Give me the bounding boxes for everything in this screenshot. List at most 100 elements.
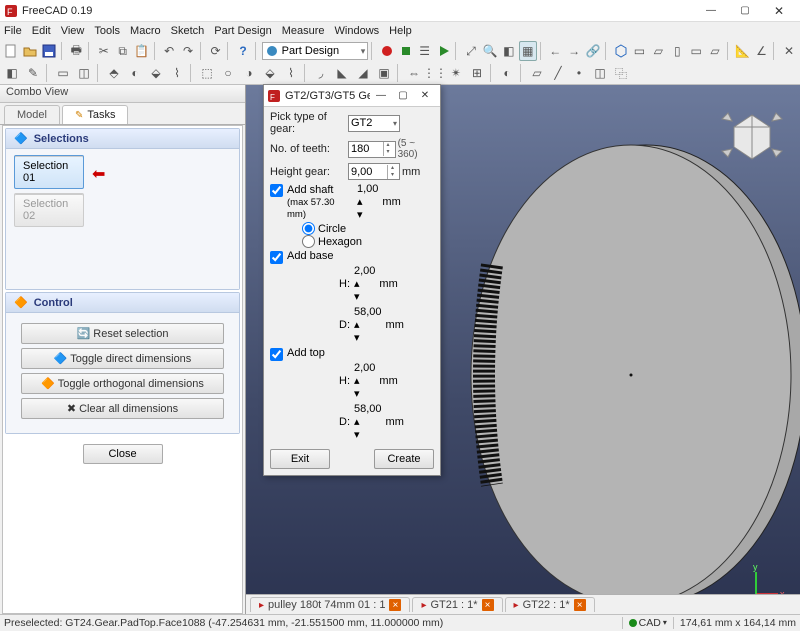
boolean-icon[interactable]: ◐ <box>497 63 517 83</box>
menu-macro[interactable]: Macro <box>130 25 161 37</box>
window-close-button[interactable]: ✕ <box>762 1 796 21</box>
exit-button[interactable]: Exit <box>270 449 330 469</box>
sub-pipe-icon[interactable]: ⌇ <box>281 63 301 83</box>
clone-icon[interactable]: ⿻ <box>611 63 631 83</box>
revolution-icon[interactable]: ◐ <box>125 63 145 83</box>
draw-style-icon[interactable]: ◧ <box>500 41 518 61</box>
pipe-icon[interactable]: ⌇ <box>167 63 187 83</box>
add-shaft-checkbox[interactable] <box>270 184 283 197</box>
reset-selection-button[interactable]: 🔄 Reset selection <box>21 323 225 344</box>
add-base-checkbox[interactable] <box>270 251 283 264</box>
create-button[interactable]: Create <box>374 449 434 469</box>
macro-stop-icon[interactable] <box>397 41 415 61</box>
menu-measure[interactable]: Measure <box>282 25 325 37</box>
window-maximize-button[interactable]: ▢ <box>728 1 762 21</box>
groove-icon[interactable]: ◑ <box>239 63 259 83</box>
menu-sketch[interactable]: Sketch <box>171 25 205 37</box>
dialog-titlebar[interactable]: F GT2/GT3/GT5 Gear Cre… — ▢ ✕ <box>264 85 440 107</box>
dialog-minimize-button[interactable]: — <box>370 87 392 105</box>
measure-linear-icon[interactable]: 📐 <box>734 41 752 61</box>
pad-icon[interactable]: ⬘ <box>104 63 124 83</box>
gear-type-select[interactable]: GT2▾ <box>348 115 400 132</box>
close-tab-icon[interactable]: × <box>574 599 586 611</box>
linear-pattern-icon[interactable]: ⋮⋮ <box>425 63 445 83</box>
toggle-direct-dimensions-button[interactable]: 🔷 Toggle direct dimensions <box>21 348 225 369</box>
base-h-input[interactable]: 2,00▴▾ <box>354 265 375 303</box>
redo-icon[interactable]: ↷ <box>179 41 197 61</box>
sub-loft-icon[interactable]: ⬙ <box>260 63 280 83</box>
control-header[interactable]: 🔶 Control <box>6 293 239 313</box>
dialog-maximize-button[interactable]: ▢ <box>392 87 414 105</box>
nav-style-indicator[interactable]: CAD ▾ <box>629 617 667 629</box>
bound-box-icon[interactable]: ▦ <box>519 41 537 61</box>
top-view-icon[interactable]: ▱ <box>649 41 667 61</box>
loft-icon[interactable]: ⬙ <box>146 63 166 83</box>
doc-tab-1[interactable]: ▸GT21 : 1*× <box>412 597 502 612</box>
pocket-icon[interactable]: ⬚ <box>197 63 217 83</box>
close-tab-icon[interactable]: × <box>389 599 401 611</box>
window-minimize-button[interactable]: — <box>694 1 728 21</box>
multi-transform-icon[interactable]: ⊞ <box>467 63 487 83</box>
polar-pattern-icon[interactable]: ✴ <box>446 63 466 83</box>
fit-all-icon[interactable]: ⤢ <box>462 41 480 61</box>
right-view-icon[interactable]: ▯ <box>668 41 686 61</box>
cut-icon[interactable]: ✂ <box>95 41 113 61</box>
macro-record-icon[interactable] <box>378 41 396 61</box>
clear-measure-icon[interactable]: ✕ <box>780 41 798 61</box>
menu-view[interactable]: View <box>61 25 85 37</box>
copy-icon[interactable]: ⧉ <box>114 41 132 61</box>
iso-view-icon[interactable] <box>612 41 630 61</box>
datum-plane-icon[interactable]: ▱ <box>527 63 547 83</box>
doc-tab-2[interactable]: ▸GT22 : 1*× <box>505 597 595 612</box>
refresh-icon[interactable]: ⟳ <box>207 41 225 61</box>
hole-icon[interactable]: ○ <box>218 63 238 83</box>
hexagon-radio[interactable] <box>302 235 315 248</box>
close-button[interactable]: Close <box>83 444 163 464</box>
datum-line-icon[interactable]: ╱ <box>548 63 568 83</box>
menu-tools[interactable]: Tools <box>94 25 120 37</box>
edit-sketch-icon[interactable]: ▭ <box>53 63 73 83</box>
close-tab-icon[interactable]: × <box>482 599 494 611</box>
selections-header[interactable]: 🔷 Selections <box>6 129 239 149</box>
shaft-input[interactable]: 1,00▴▾ <box>357 183 378 221</box>
measure-angle-icon[interactable]: ∠ <box>753 41 771 61</box>
dialog-close-button[interactable]: ✕ <box>414 87 436 105</box>
add-top-checkbox[interactable] <box>270 348 283 361</box>
fillet-icon[interactable]: ◞ <box>311 63 331 83</box>
print-icon[interactable]: 🖶 <box>67 41 85 61</box>
thickness-icon[interactable]: ▣ <box>374 63 394 83</box>
save-icon[interactable] <box>40 41 58 61</box>
menu-file[interactable]: File <box>4 25 22 37</box>
body-icon[interactable]: ◧ <box>2 63 22 83</box>
clear-all-dimensions-button[interactable]: ✖ Clear all dimensions <box>21 398 225 419</box>
datum-point-icon[interactable]: • <box>569 63 589 83</box>
sketch-icon[interactable]: ✎ <box>23 63 43 83</box>
whatsthis-icon[interactable]: ? <box>234 41 252 61</box>
open-icon[interactable] <box>21 41 39 61</box>
top-h-input[interactable]: 2,00▴▾ <box>354 362 375 400</box>
undo-icon[interactable]: ↶ <box>160 41 178 61</box>
fit-selection-icon[interactable]: 🔍 <box>481 41 499 61</box>
teeth-input[interactable]: 180▴▾ <box>348 141 396 158</box>
nav-prev-icon[interactable]: ← <box>546 41 564 61</box>
height-input[interactable]: 9,00▴▾ <box>348 163 400 180</box>
paste-icon[interactable]: 📋 <box>133 41 151 61</box>
selection-01-button[interactable]: Selection 01 <box>14 155 84 189</box>
link-icon[interactable]: 🔗 <box>584 41 602 61</box>
base-d-input[interactable]: 58,00▴▾ <box>354 306 382 344</box>
bottom-view-icon[interactable]: ▱ <box>706 41 724 61</box>
menu-edit[interactable]: Edit <box>32 25 51 37</box>
new-doc-icon[interactable] <box>2 41 20 61</box>
menu-help[interactable]: Help <box>389 25 412 37</box>
macro-play-icon[interactable] <box>435 41 453 61</box>
front-view-icon[interactable]: ▭ <box>631 41 649 61</box>
rear-view-icon[interactable]: ▭ <box>687 41 705 61</box>
macro-list-icon[interactable]: ☰ <box>416 41 434 61</box>
mirror-icon[interactable]: ⇔ <box>404 63 424 83</box>
tab-model[interactable]: Model <box>4 105 60 124</box>
top-d-input[interactable]: 58,00▴▾ <box>354 403 382 441</box>
toggle-orthogonal-dimensions-button[interactable]: 🔶 Toggle orthogonal dimensions <box>21 373 225 394</box>
nav-next-icon[interactable]: → <box>565 41 583 61</box>
selection-02-button[interactable]: Selection 02 <box>14 193 84 227</box>
workbench-selector[interactable]: Part Design ▾ <box>262 42 369 60</box>
